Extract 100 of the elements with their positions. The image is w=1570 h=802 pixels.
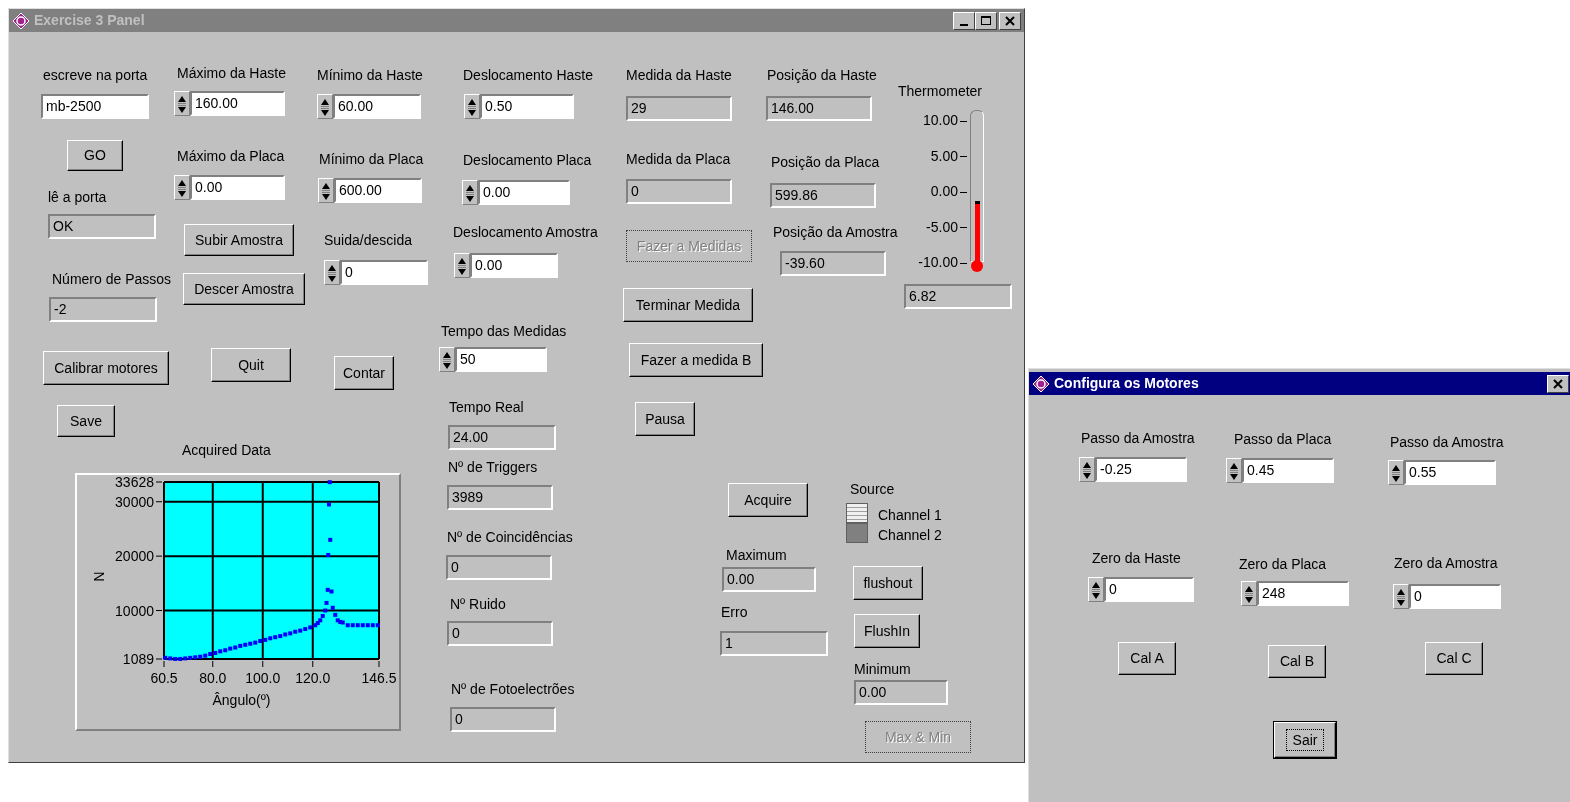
spin-buttons[interactable] (317, 94, 333, 119)
spin-buttons[interactable] (174, 175, 190, 200)
spin-buttons[interactable] (464, 94, 480, 119)
switch-segment[interactable] (846, 523, 868, 543)
button[interactable]: Sair (1274, 722, 1336, 758)
readout-field: 1 (720, 631, 828, 656)
axis-title: N (91, 571, 107, 582)
field-label: Mínimo da Haste (317, 66, 423, 85)
thermometer-bulb (971, 260, 983, 272)
field-label: Número de Passos (52, 270, 172, 289)
close-button[interactable] (1547, 374, 1569, 393)
numeric-field[interactable]: 0.00 (190, 175, 285, 200)
spin-buttons[interactable] (462, 180, 478, 205)
button[interactable]: flushout (853, 566, 923, 600)
axis-tick-label: 80.0 (199, 670, 227, 686)
field-label: Deslocamento Amostra (453, 223, 598, 242)
minimize-icon (960, 23, 968, 26)
axis-title: Ângulo(º) (212, 692, 271, 708)
button[interactable]: Save (57, 405, 115, 437)
option-label[interactable]: Channel 2 (878, 525, 942, 546)
field-label: Suida/descida (324, 231, 412, 250)
readout-field: 24.00 (448, 425, 556, 450)
text-field[interactable]: mb-2500 (41, 94, 149, 119)
spin-buttons[interactable] (1088, 577, 1104, 602)
axis-tick-label: 146.5 (361, 670, 397, 686)
numeric-field[interactable]: 0.00 (470, 253, 558, 278)
axis-tick-label: 33628 (115, 475, 154, 490)
button[interactable]: Descer Amostra (183, 273, 305, 305)
spin-buttons[interactable] (454, 253, 470, 278)
readout-field: 0 (450, 707, 556, 732)
data-point (328, 537, 333, 542)
chart-title: Acquired Data (182, 441, 271, 460)
button[interactable]: Subir Amostra (184, 224, 294, 256)
button[interactable]: Contar (334, 356, 394, 390)
axis-tick-label: 60.5 (150, 670, 178, 686)
field-label: Zero da Haste (1092, 549, 1181, 568)
numeric-field[interactable]: 600.00 (334, 178, 422, 203)
spin-buttons[interactable] (439, 347, 455, 372)
numeric-field[interactable]: 0.00 (478, 180, 570, 205)
numeric-field[interactable]: 50 (455, 347, 547, 372)
numeric-field[interactable]: 60.00 (333, 94, 421, 119)
scale-label: -10.00 (909, 252, 967, 273)
button[interactable]: Pausa (635, 402, 695, 436)
readout-field: 3989 (447, 485, 553, 510)
field-label: Nº de Coincidências (447, 528, 573, 547)
button[interactable]: Terminar Medida (623, 288, 753, 322)
close-icon (1552, 377, 1564, 390)
readout-field: 146.00 (766, 96, 872, 121)
app-logo-icon (1032, 374, 1050, 393)
window-title: Configura os Motores (1054, 374, 1200, 393)
spin-buttons[interactable] (324, 260, 340, 285)
button[interactable]: Cal A (1118, 642, 1176, 675)
field-label: Posição da Placa (771, 153, 880, 172)
button[interactable]: FlushIn (854, 614, 920, 648)
option-label[interactable]: Channel 1 (878, 505, 942, 526)
readout-field: OK (48, 214, 156, 239)
button[interactable]: Calibrar motores (43, 351, 169, 385)
window-title: Exercise 3 Panel (34, 11, 146, 30)
maximize-icon (980, 14, 992, 27)
button[interactable]: GO (67, 140, 123, 171)
button[interactable]: Cal C (1425, 642, 1483, 675)
numeric-field[interactable]: 0.55 (1404, 460, 1496, 485)
scale-label: 0.00 (909, 181, 967, 202)
field-label: Máximo da Haste (177, 64, 286, 83)
field-label: Tempo das Medidas (441, 322, 567, 341)
spin-buttons[interactable] (1241, 581, 1257, 606)
numeric-field[interactable]: 0.50 (480, 94, 574, 119)
readout-field: -39.60 (780, 251, 886, 276)
axis-tick-label: 120.0 (295, 670, 331, 686)
spin-buttons[interactable] (1226, 458, 1242, 483)
numeric-field[interactable]: 0 (340, 260, 428, 285)
numeric-field[interactable]: 248 (1257, 581, 1349, 606)
spin-buttons[interactable] (318, 178, 334, 203)
spin-buttons[interactable] (1079, 457, 1095, 482)
switch-segment[interactable] (846, 503, 868, 523)
readout-field: -2 (49, 297, 157, 322)
button[interactable]: Acquire (728, 483, 808, 517)
button[interactable]: Fazer a medida B (629, 343, 763, 377)
numeric-field[interactable]: -0.25 (1095, 457, 1187, 482)
field-label: Tempo Real (449, 398, 524, 417)
field-label: Posição da Amostra (773, 223, 898, 242)
app-logo-icon (12, 11, 30, 30)
axis-tick-label: 20000 (115, 548, 154, 565)
scale-label: -5.00 (909, 216, 967, 238)
data-point (326, 553, 331, 558)
field-label: Posição da Haste (767, 66, 877, 85)
scale-label: 5.00 (909, 145, 967, 167)
button[interactable]: Quit (211, 348, 291, 382)
field-label: lê a porta (48, 188, 107, 207)
spin-buttons[interactable] (1393, 584, 1409, 609)
numeric-field[interactable]: 0 (1409, 584, 1501, 609)
readout-field: 29 (626, 96, 732, 121)
button[interactable]: Cal B (1268, 645, 1326, 678)
spin-buttons[interactable] (1388, 460, 1404, 485)
numeric-field[interactable]: 0.45 (1242, 458, 1334, 483)
axis-tick-label: 1089 (122, 651, 154, 667)
spin-buttons[interactable] (174, 91, 190, 116)
field-label: Passo da Placa (1234, 430, 1332, 449)
numeric-field[interactable]: 160.00 (190, 91, 285, 116)
numeric-field[interactable]: 0 (1104, 577, 1194, 602)
